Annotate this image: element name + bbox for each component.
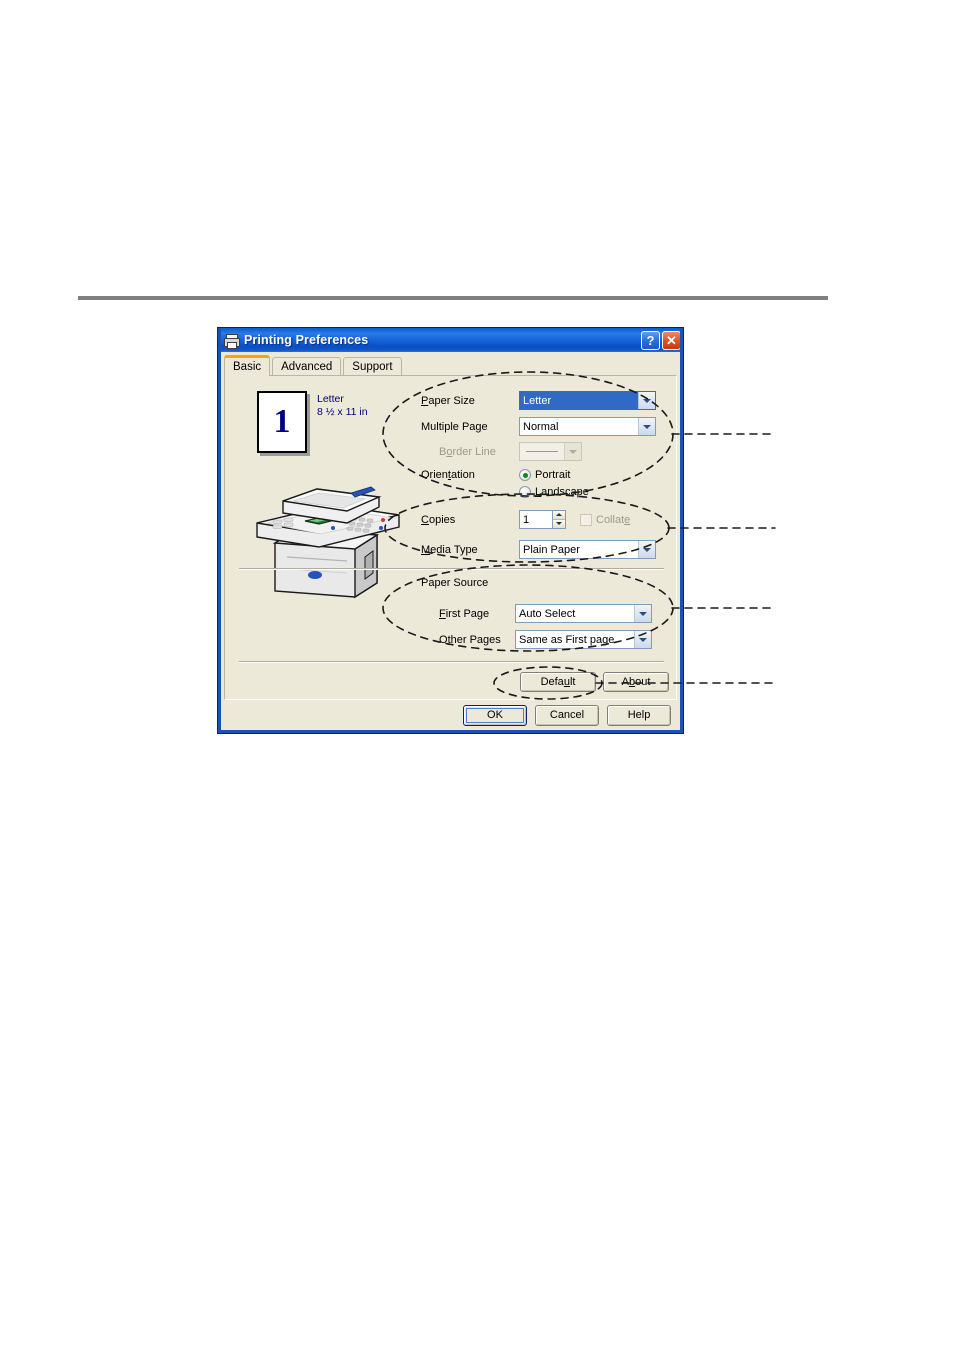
first-page-value: Auto Select — [519, 607, 576, 620]
titlebar-buttons: ? ✕ — [641, 330, 681, 350]
copies-stepper[interactable]: 1 — [519, 510, 566, 529]
tab-basic[interactable]: Basic — [224, 355, 271, 376]
media-type-label: Media Type — [421, 543, 478, 556]
about-button-wrap: About — [603, 672, 669, 692]
page-horizontal-rule — [78, 296, 828, 300]
chevron-down-icon[interactable] — [638, 392, 655, 409]
close-icon[interactable]: ✕ — [662, 330, 681, 350]
media-type-value: Plain Paper — [523, 543, 580, 556]
paper-size-select[interactable]: Letter — [519, 391, 656, 410]
first-page-label: First Page — [439, 607, 490, 620]
dialog-button-bar: OK Cancel Help — [224, 703, 677, 727]
paper-info: Letter 8 ½ x 11 in — [317, 393, 368, 419]
copies-label: Copies — [421, 513, 456, 526]
copies-spin-buttons[interactable] — [552, 510, 566, 529]
orientation-landscape-label: Landscape — [535, 486, 589, 498]
border-line-row: Border Line — [421, 442, 582, 461]
basic-tab-panel: 1 Letter 8 ½ x 11 in Paper Size Letter M… — [224, 375, 677, 700]
printer-illustration — [247, 471, 407, 599]
multiple-page-select[interactable]: Normal — [519, 417, 656, 436]
orientation-label: Orientation — [421, 469, 475, 481]
paper-name-label: Letter — [317, 393, 344, 405]
orientation-portrait-label: Portrait — [535, 469, 571, 481]
tab-basic-label: Basic — [233, 361, 262, 373]
media-type-select[interactable]: Plain Paper — [519, 540, 656, 559]
other-pages-select[interactable]: Same as First page — [515, 630, 652, 649]
ok-button[interactable]: OK — [463, 704, 527, 726]
media-type-row: Media Type Plain Paper — [421, 540, 656, 559]
checkbox-box-icon — [580, 513, 592, 526]
cancel-button[interactable]: Cancel — [535, 704, 599, 726]
collate-label: Collate — [596, 513, 631, 526]
tab-support[interactable]: Support — [343, 357, 402, 375]
actions-separator — [239, 661, 664, 663]
copies-row: Copies 1 Collate — [421, 510, 630, 529]
paper-size-value: Letter — [520, 392, 638, 409]
border-line-sample — [520, 443, 564, 460]
chevron-down-icon[interactable] — [638, 541, 655, 558]
help-button[interactable]: Help — [607, 704, 671, 726]
dialog-title: Printing Preferences — [244, 333, 369, 347]
paper-source-group-label: Paper Source — [421, 577, 489, 589]
other-pages-value: Same as First page — [519, 633, 615, 646]
radio-dot-icon — [519, 486, 531, 498]
tab-advanced-label: Advanced — [281, 360, 333, 373]
first-page-select[interactable]: Auto Select — [515, 604, 652, 623]
other-pages-row: Other Pages Same as First page — [421, 630, 652, 649]
spin-up-icon[interactable] — [553, 511, 565, 520]
paper-source-group-label-row: Paper Source — [421, 577, 488, 589]
help-titlebar-button[interactable]: ? — [641, 330, 660, 350]
chevron-down-icon[interactable] — [638, 418, 655, 435]
paper-source-separator — [239, 568, 664, 570]
about-button-label: About — [621, 676, 651, 688]
default-button[interactable]: Default — [520, 672, 596, 692]
orientation-landscape-row: Landscape — [519, 486, 589, 498]
paper-size-row: Paper Size Letter — [421, 391, 656, 410]
dialog-titlebar: Printing Preferences ? ✕ — [218, 328, 683, 352]
orientation-landscape-radio[interactable]: Landscape — [519, 486, 589, 498]
border-line-select — [519, 442, 582, 461]
first-page-row: First Page Auto Select — [421, 604, 652, 623]
multiple-page-value: Normal — [523, 420, 559, 433]
chevron-down-icon[interactable] — [634, 605, 651, 622]
page-preview-number: 1 — [273, 403, 291, 440]
chevron-down-icon[interactable] — [634, 631, 651, 648]
multiple-page-row: Multiple Page Normal — [421, 417, 656, 436]
default-button-wrap: Default — [520, 672, 596, 692]
orientation-row: Orientation Portrait — [421, 469, 570, 481]
default-button-label: Default — [540, 676, 576, 688]
about-button[interactable]: About — [603, 672, 669, 692]
paper-dimensions-label: 8 ½ x 11 in — [317, 406, 368, 418]
printing-preferences-dialog: Printing Preferences ? ✕ Basic Advanced … — [217, 327, 684, 734]
multiple-page-label: Multiple Page — [421, 420, 488, 433]
paper-size-label: Paper Size — [421, 394, 475, 407]
printer-icon — [223, 332, 240, 349]
spin-down-icon[interactable] — [553, 519, 565, 528]
radio-dot-icon — [519, 469, 531, 481]
tab-strip: Basic Advanced Support — [224, 355, 404, 376]
tab-support-label: Support — [352, 360, 393, 373]
page-preview-thumbnail: 1 — [257, 391, 307, 453]
other-pages-label: Other Pages — [439, 633, 501, 646]
collate-checkbox: Collate — [580, 513, 631, 526]
tab-advanced[interactable]: Advanced — [272, 357, 342, 375]
copies-input[interactable]: 1 — [519, 510, 552, 529]
chevron-down-icon — [564, 443, 581, 460]
border-line-label: Border Line — [439, 445, 496, 458]
orientation-portrait-radio[interactable]: Portrait — [519, 469, 570, 481]
